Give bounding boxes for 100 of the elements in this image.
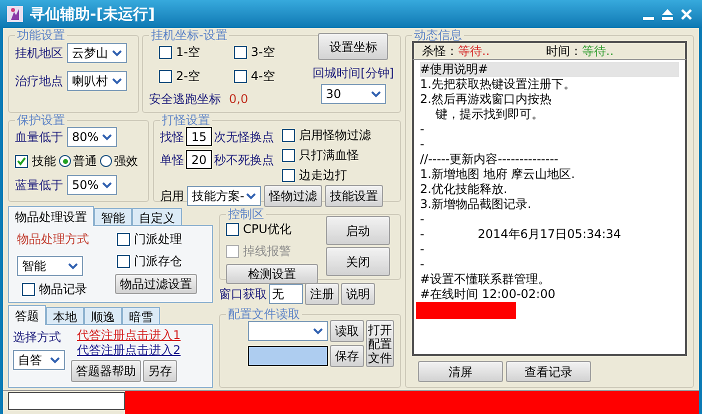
maximize-icon[interactable] <box>662 8 673 20</box>
checkmark-icon <box>17 156 26 166</box>
tab[interactable]: 暗雪 <box>122 307 160 325</box>
log-line: - <box>420 137 426 152</box>
checkbox[interactable]: 边走边打 <box>282 166 371 184</box>
log-line: - <box>420 257 426 272</box>
dropdown[interactable]: 云梦山 <box>67 43 127 63</box>
checkbox[interactable]: 只打满血怪 <box>282 146 371 164</box>
chevron-down-icon <box>112 50 122 56</box>
button[interactable]: 怪物过滤 <box>264 185 322 207</box>
chevron-down-icon <box>68 262 78 270</box>
checkbox[interactable]: 技能 <box>15 152 56 170</box>
tab[interactable]: 物品处理设置 <box>8 206 94 226</box>
chevron-down-icon <box>102 182 112 188</box>
group-title: 控制区 <box>227 208 265 220</box>
field-label: 物品处理方式 <box>17 231 90 248</box>
dropdown[interactable]: 自答 <box>13 350 65 370</box>
field-label: 启用 <box>160 188 184 205</box>
field-label: 选择方式 <box>13 329 62 346</box>
field-label: 治疗地点 <box>15 73 63 90</box>
checkbox[interactable]: 4-空 <box>234 67 309 85</box>
tab[interactable]: 本地 <box>46 307 84 325</box>
log-line: //-----更新内容-------------- <box>420 152 560 167</box>
button[interactable]: 打开配置文件 <box>366 320 394 367</box>
app-icon <box>6 5 24 23</box>
button[interactable]: 读取 <box>330 320 364 342</box>
close-icon[interactable] <box>681 8 692 20</box>
button[interactable]: 启动 <box>326 216 390 245</box>
checkbox[interactable]: 2-空 <box>159 67 234 85</box>
checkbox[interactable]: 启用怪物过滤 <box>282 126 371 144</box>
field-label: 挂机地区 <box>15 45 63 62</box>
button[interactable]: 保存 <box>330 345 364 367</box>
status-label: 杀怪： <box>422 44 458 58</box>
group-title: 打怪设置 <box>161 114 211 126</box>
button[interactable]: 检测设置 <box>226 264 318 284</box>
number-field[interactable]: 15 <box>186 127 212 146</box>
button[interactable]: 清屏 <box>418 361 503 382</box>
field-label: 回城时间[分钟] <box>312 65 394 82</box>
tab[interactable]: 智能 <box>94 208 132 226</box>
dropdown[interactable]: 80% <box>67 127 117 147</box>
group-title: 挂机坐标-设置 <box>150 29 228 41</box>
field-label: 找怪 <box>160 128 184 146</box>
number-field[interactable]: 20 <box>186 150 212 169</box>
button[interactable]: 查看记录 <box>506 361 591 382</box>
window-title: 寻仙辅助-[未运行] <box>30 4 156 25</box>
dropdown[interactable] <box>248 321 328 341</box>
log-line: 1.新增地图 地府 摩云山地区. <box>420 167 576 182</box>
checkbox[interactable]: CPU优化 <box>226 220 318 238</box>
status-value: 等待.. <box>582 44 614 58</box>
checkbox[interactable]: 门派处理 <box>117 230 197 248</box>
radio-button[interactable]: 普通 <box>59 152 97 170</box>
dropdown[interactable]: 智能 <box>17 256 83 276</box>
checkbox[interactable]: 3-空 <box>234 43 309 61</box>
field-label: 秒不死换点 <box>214 152 274 168</box>
tab[interactable]: 自定义 <box>132 208 182 226</box>
chevron-down-icon <box>313 328 323 334</box>
log-line: 2.然后再游戏窗口内按热 <box>420 92 552 107</box>
log-line: - <box>420 122 426 137</box>
button[interactable]: 答题器帮助 <box>71 360 141 382</box>
chevron-down-icon <box>112 78 122 84</box>
log-line: - <box>420 212 426 227</box>
field-label: 血量低于 <box>15 129 63 146</box>
field-label: 安全逃跑坐标 <box>149 91 221 108</box>
button[interactable]: 另存 <box>143 360 177 382</box>
field-label: 次无怪换点 <box>214 128 274 146</box>
chevron-down-icon <box>102 134 112 140</box>
log-line: 3.新增物品截图记录. <box>420 197 532 212</box>
link[interactable]: 代答注册点击进入2 <box>77 343 181 358</box>
checkbox[interactable]: 物品记录 <box>22 280 109 298</box>
log-line: 2.优化技能释放. <box>420 182 508 197</box>
dropdown[interactable]: 30 <box>320 84 386 104</box>
checkbox[interactable]: 1-空 <box>159 43 234 61</box>
field-label: 蓝量低于 <box>15 177 63 194</box>
chevron-down-icon <box>50 356 60 364</box>
button[interactable]: 设置坐标 <box>318 33 388 60</box>
status-value: 等待.. <box>458 44 490 58</box>
button[interactable]: 技能设置 <box>325 185 383 207</box>
dropdown[interactable]: 喇叭村 <box>67 71 127 91</box>
radio-button[interactable]: 强效 <box>100 152 138 170</box>
log-line: - 2014年6月17日05:34:34 <box>420 227 622 242</box>
field-label: 单怪 <box>160 152 184 168</box>
button[interactable]: 说明 <box>341 283 375 305</box>
group-title: 保护设置 <box>16 114 66 126</box>
text-field[interactable] <box>248 346 328 366</box>
coordinate-value: 0,0 <box>229 91 248 108</box>
dropdown[interactable]: 50% <box>67 175 117 195</box>
chevron-down-icon <box>246 192 256 200</box>
checkbox[interactable]: 门派存仓 <box>117 252 197 270</box>
field-label: 窗口获取 <box>219 286 267 303</box>
tab[interactable]: 顺逸 <box>84 307 122 325</box>
button[interactable]: 关闭 <box>326 247 390 276</box>
tab[interactable]: 答题 <box>8 305 46 325</box>
dropdown[interactable]: 技能方案- <box>187 186 261 206</box>
chevron-down-icon <box>370 90 381 98</box>
button[interactable]: 注册 <box>305 283 339 305</box>
log-line: - <box>420 242 426 257</box>
button[interactable]: 物品过滤设置 <box>115 274 197 294</box>
text-field[interactable]: 无 <box>269 284 303 304</box>
log-line: #设置不懂联系群管理。 <box>420 272 552 287</box>
link[interactable]: 代答注册点击进入1 <box>77 328 181 343</box>
